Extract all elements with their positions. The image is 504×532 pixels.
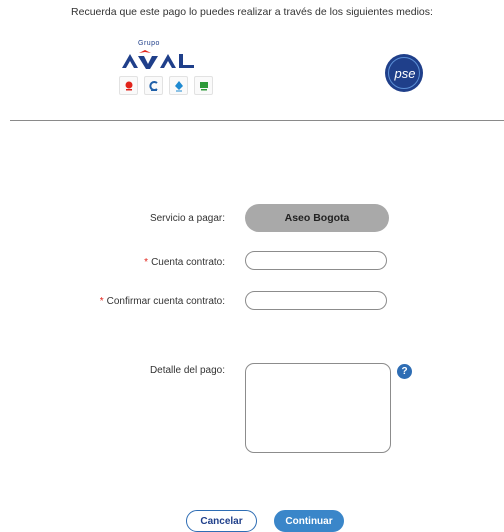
cancel-button[interactable]: Cancelar [186,510,257,532]
service-value: Aseo Bogota [245,204,389,232]
payment-detail-label: Detalle del pago: [149,365,225,376]
section-divider [10,120,504,121]
pse-logo: pse [384,53,424,93]
service-label: Servicio a pagar: [149,213,225,224]
confirm-account-label: * Confirmar cuenta contrato: [99,296,225,307]
banco-popular-icon [169,76,188,95]
required-mark: * [144,257,149,268]
banco-bogota-icon [119,76,138,95]
help-icon[interactable]: ? [397,364,412,379]
account-label: * Cuenta contrato: [144,257,225,268]
banco-occidente-icon [144,76,163,95]
aval-banks [119,76,213,95]
banco-av-villas-icon [194,76,213,95]
payment-methods-intro: Recuerda que este pago lo puedes realiza… [71,6,433,18]
account-input[interactable] [245,251,387,270]
continue-button[interactable]: Continuar [274,510,344,532]
aval-wordmark [122,50,194,69]
confirm-account-input[interactable] [245,291,387,310]
pse-logo-text: pse [394,66,416,81]
grupo-aval-logo: Grupo [118,40,213,100]
required-mark: * [99,296,104,307]
payment-detail-textarea[interactable] [245,363,391,453]
